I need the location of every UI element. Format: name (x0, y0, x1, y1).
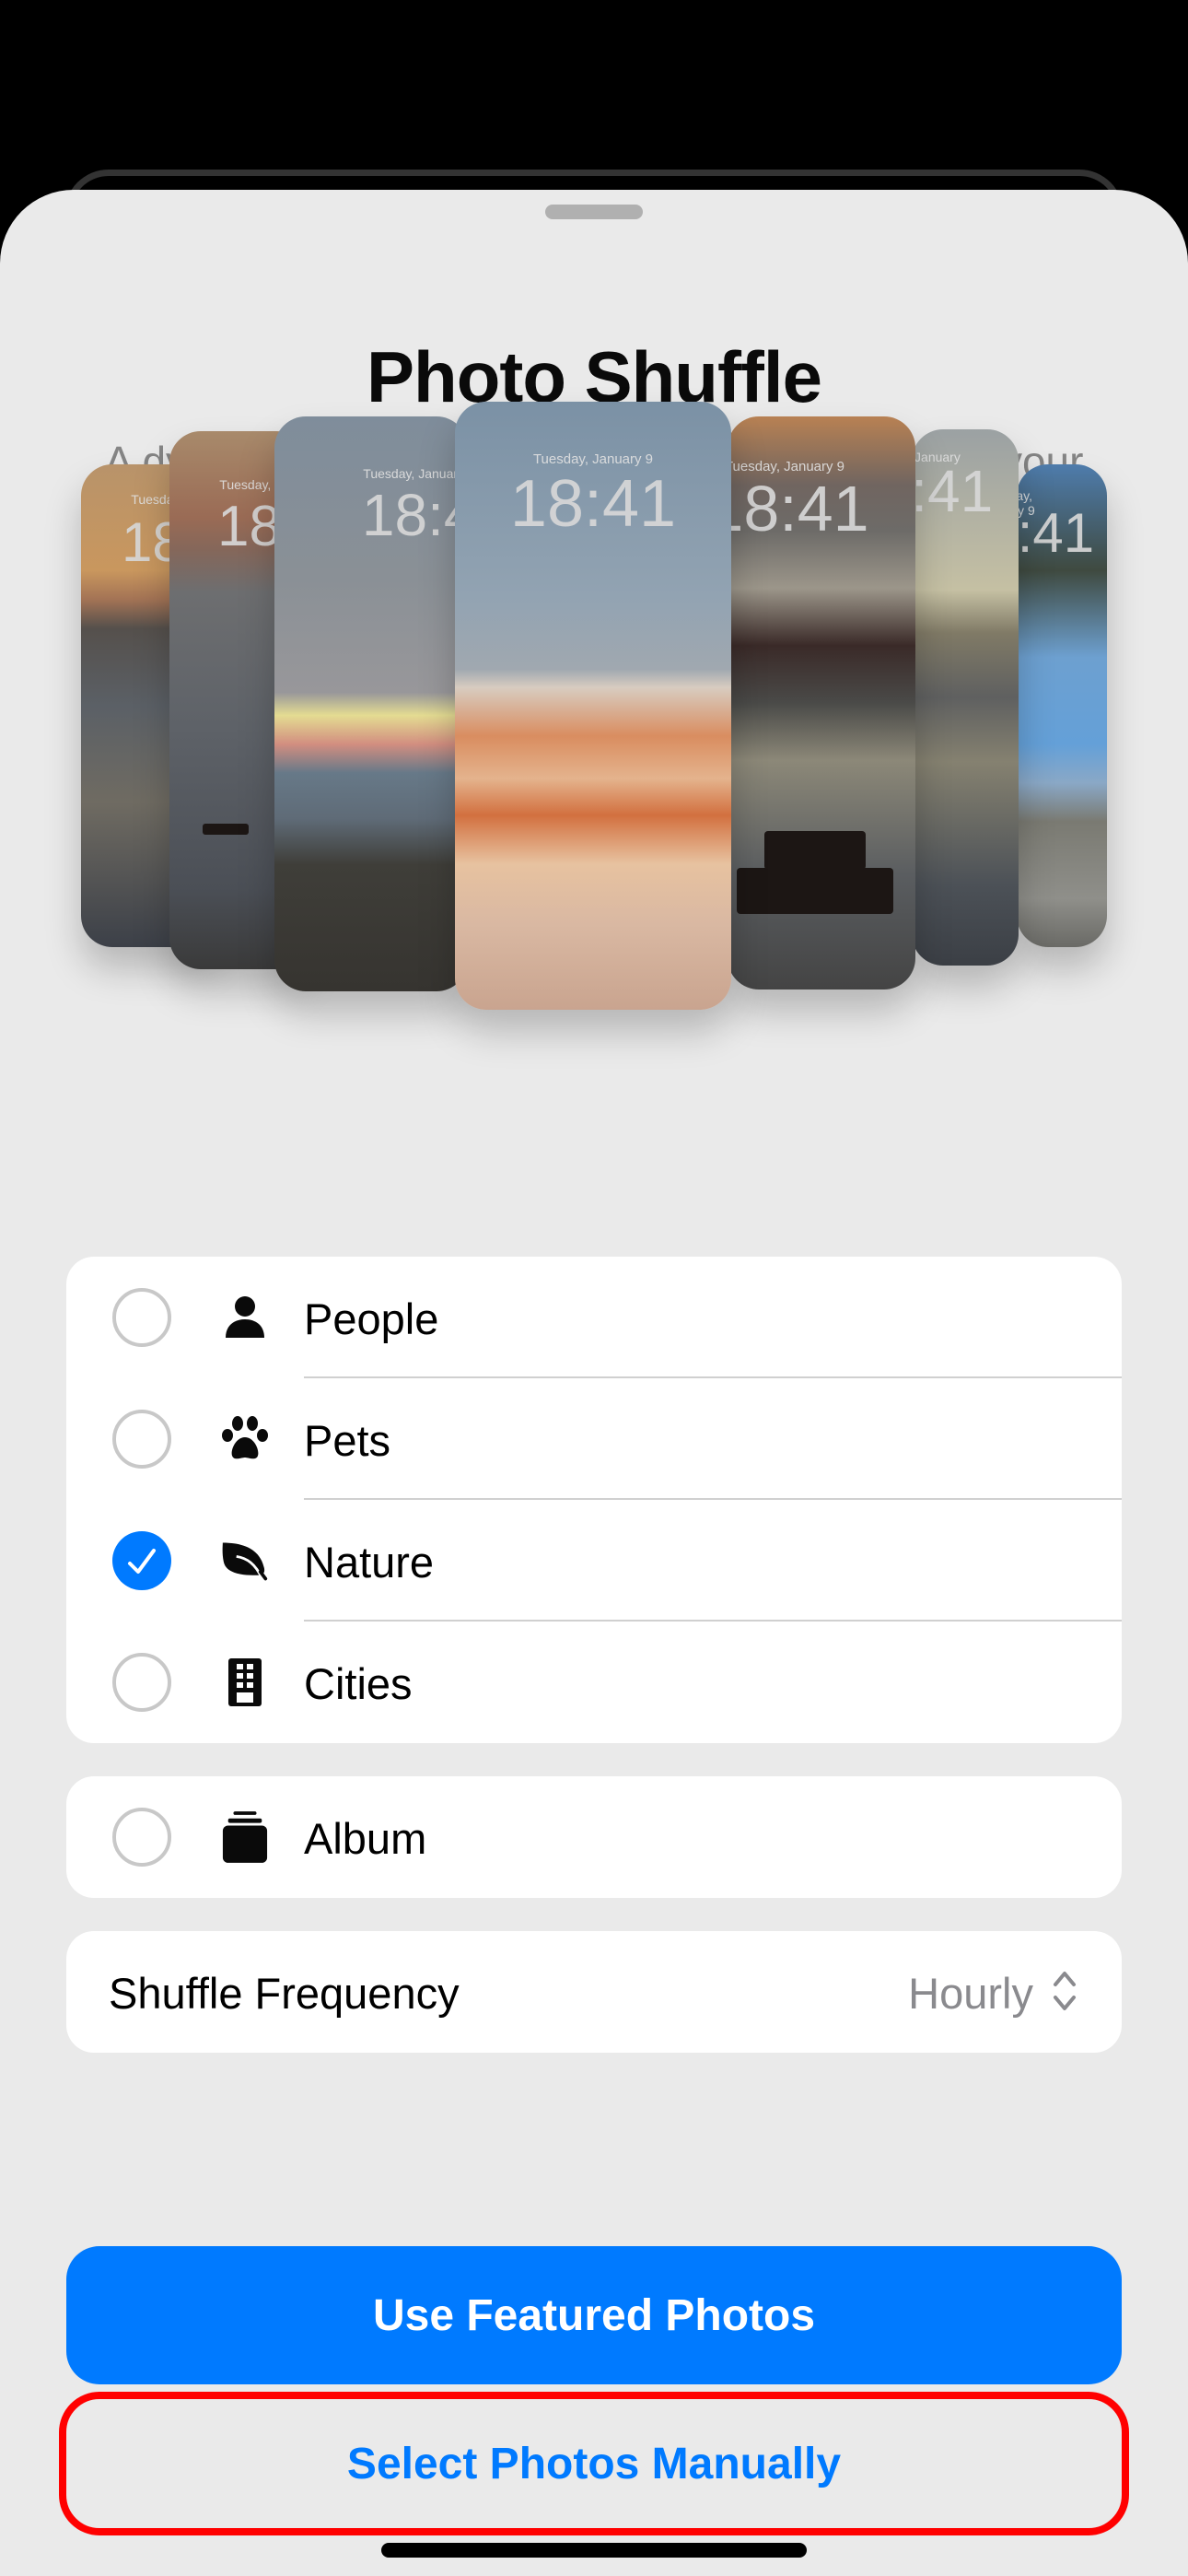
category-list: People Pets Nature Cities (66, 1257, 1122, 1743)
category-row-cities[interactable]: Cities (66, 1622, 1122, 1743)
preview-card-featured: Tuesday, January 9 18:41 (455, 402, 731, 1010)
category-label: People (304, 1294, 439, 1343)
category-label: Pets (304, 1416, 391, 1465)
pets-radio[interactable] (112, 1410, 171, 1469)
shuffle-frequency-group: Shuffle Frequency Hourly (66, 1931, 1122, 2053)
category-row-nature[interactable]: Nature (66, 1500, 1122, 1622)
cities-radio[interactable] (112, 1653, 171, 1712)
people-radio[interactable] (112, 1288, 171, 1347)
boat-silhouette (203, 824, 249, 835)
shuffle-frequency-row[interactable]: Shuffle Frequency Hourly (66, 1931, 1122, 2053)
person-icon (221, 1294, 269, 1341)
category-row-people[interactable]: People (66, 1257, 1122, 1378)
preview-time: 18:41 (509, 467, 677, 541)
chevron-up-down-icon (1052, 1968, 1077, 2019)
preview-date: Tuesday, January 9 (532, 451, 654, 467)
home-indicator[interactable] (381, 2543, 807, 2558)
leaf-icon (221, 1537, 269, 1585)
checkmark-icon (128, 1549, 156, 1574)
album-group: Album (66, 1776, 1122, 1898)
preview-time: 18:41 (361, 482, 468, 548)
preview-time: 18:41 (728, 473, 869, 544)
preview-card: Tuesday, January 9 18:41 (728, 416, 915, 989)
preview-card: Tuesday, January 9 18:41 (912, 429, 1019, 966)
building-icon (221, 1658, 269, 1706)
preview-time: 18:41 (1017, 502, 1095, 564)
category-label: Cities (304, 1659, 413, 1708)
album-stack-icon (221, 1811, 269, 1863)
wallpaper-preview-carousel: Tuesday, January 9 18:41 Tuesday, Januar… (0, 0, 1188, 1198)
preview-card: Tuesday, January 9 18:41 (1017, 464, 1107, 947)
preview-card: Tuesday, January 9 18:41 (274, 416, 468, 991)
boat-silhouette (737, 868, 893, 914)
nature-radio-checked[interactable] (112, 1531, 171, 1590)
album-row[interactable]: Album (66, 1776, 1122, 1898)
pawprint-icon (221, 1415, 269, 1463)
category-row-pets[interactable]: Pets (66, 1378, 1122, 1500)
select-photos-manually-button[interactable]: Select Photos Manually (59, 2392, 1129, 2535)
use-featured-photos-button[interactable]: Use Featured Photos (66, 2246, 1122, 2384)
preview-date: Tuesday, January 9 (363, 466, 468, 481)
preview-time: 18:41 (912, 458, 994, 524)
boat-cabin (764, 831, 866, 870)
shuffle-frequency-value[interactable]: Hourly (908, 1968, 1033, 2019)
album-label: Album (304, 1814, 427, 1863)
category-label: Nature (304, 1538, 435, 1587)
shuffle-frequency-label: Shuffle Frequency (109, 1969, 460, 2018)
album-radio[interactable] (112, 1808, 171, 1867)
